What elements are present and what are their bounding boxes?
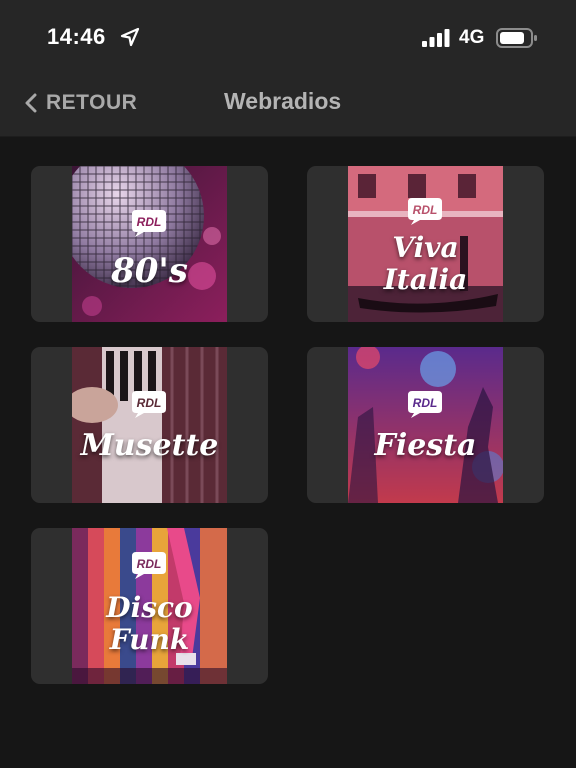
station-name-line1: Viva <box>392 231 459 264</box>
rdl-logo-text: RDL <box>413 203 438 217</box>
rdl-logo: RDL <box>408 198 442 225</box>
station-name: Fiesta <box>374 428 477 463</box>
battery-icon <box>496 28 537 48</box>
status-time: 14:46 <box>47 24 106 49</box>
station-name-line2: Funk <box>109 623 190 656</box>
station-artwork: RDL Disco Funk <box>72 528 227 684</box>
station-tile-80s[interactable]: RDL 80's <box>31 166 268 322</box>
rdl-logo-text: RDL <box>137 396 162 410</box>
rdl-logo: RDL <box>132 391 166 418</box>
rdl-logo-text: RDL <box>137 557 162 571</box>
station-tile-musette[interactable]: RDL Musette <box>31 347 268 503</box>
station-name-line1: Disco <box>106 591 193 624</box>
station-tile-viva-italia[interactable]: RDL Viva Italia <box>307 166 544 322</box>
station-name-line2: Italia <box>383 263 468 296</box>
rdl-logo: RDL <box>132 552 166 579</box>
station-name: Musette <box>80 428 219 463</box>
location-arrow-icon <box>120 27 140 47</box>
rdl-logo-text: RDL <box>137 215 162 229</box>
station-artwork: RDL 80's <box>72 166 227 322</box>
party-crowd-image <box>348 347 503 503</box>
station-artwork: RDL Musette <box>72 347 227 503</box>
page-title: Webradios <box>224 88 342 114</box>
accordion-image <box>72 347 227 503</box>
back-button[interactable]: RETOUR <box>24 90 137 116</box>
status-bar: 14:46 4G <box>0 0 576 68</box>
station-artwork: RDL Viva Italia <box>348 166 503 322</box>
station-artwork: RDL Fiesta <box>348 347 503 503</box>
rdl-logo: RDL <box>132 210 166 237</box>
rdl-logo: RDL <box>408 391 442 418</box>
station-name: 80's <box>111 251 188 291</box>
back-label: RETOUR <box>46 91 138 114</box>
station-tile-fiesta[interactable]: RDL Fiesta <box>307 347 544 503</box>
navigation-bar: RETOUR Webradios <box>0 68 576 137</box>
network-type: 4G <box>459 27 485 48</box>
rdl-logo-text: RDL <box>413 396 438 410</box>
station-tile-disco-funk[interactable]: RDL Disco Funk <box>31 528 268 684</box>
chevron-left-icon <box>25 93 37 113</box>
disco-ball-image <box>72 166 227 322</box>
signal-bars-icon <box>422 29 450 47</box>
